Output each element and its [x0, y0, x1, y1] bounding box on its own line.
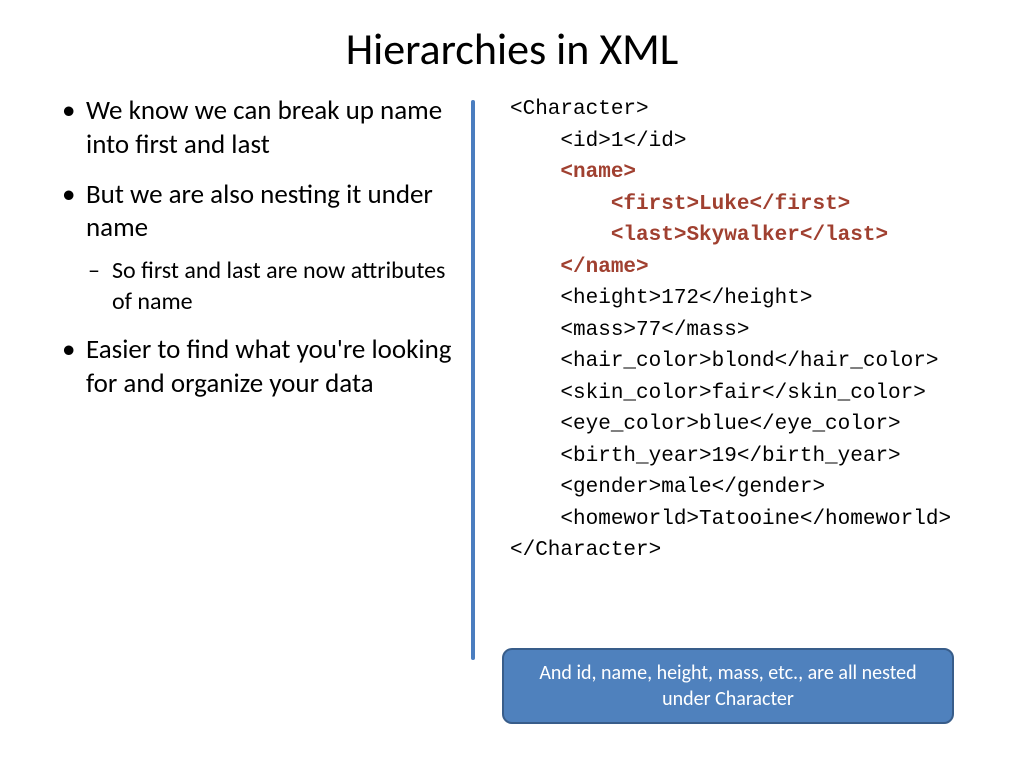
code-line: [510, 193, 611, 216]
code-highlight: </name>: [560, 256, 648, 279]
xml-code-block: <Character> <id>1</id> <name> <first>Luk…: [510, 94, 980, 567]
code-line: <id>1</id>: [510, 130, 686, 153]
bullet-item: We know we can break up name into first …: [60, 94, 460, 162]
code-highlight: <name>: [560, 161, 636, 184]
code-line: <mass>77</mass>: [510, 319, 749, 342]
bullet-list: We know we can break up name into first …: [60, 94, 460, 401]
code-line: [510, 256, 560, 279]
content-columns: We know we can break up name into first …: [0, 94, 1024, 567]
code-highlight: <first>Luke</first>: [611, 193, 850, 216]
code-highlight: <last>Skywalker</last>: [611, 224, 888, 247]
code-line: <height>172</height>: [510, 287, 812, 310]
code-line: <hair_color>blond</hair_color>: [510, 350, 938, 373]
code-line: <homeworld>Tatooine</homeworld>: [510, 508, 951, 531]
code-line: [510, 224, 611, 247]
code-line: <Character>: [510, 98, 649, 121]
bullet-text: But we are also nesting it under name: [86, 178, 433, 245]
code-line: <birth_year>19</birth_year>: [510, 445, 901, 468]
left-column: We know we can break up name into first …: [60, 94, 480, 567]
code-line: <gender>male</gender>: [510, 476, 825, 499]
code-line: </Character>: [510, 539, 661, 562]
code-line: <eye_color>blue</eye_color>: [510, 413, 901, 436]
code-line: <skin_color>fair</skin_color>: [510, 382, 926, 405]
right-column: <Character> <id>1</id> <name> <first>Luk…: [480, 94, 980, 567]
column-divider: [471, 100, 475, 660]
sub-bullet-item: So first and last are now attributes of …: [86, 255, 460, 317]
callout-box: And id, name, height, mass, etc., are al…: [502, 648, 954, 724]
bullet-item: Easier to find what you're looking for a…: [60, 333, 460, 401]
slide-title: Hierarchies in XML: [0, 0, 1024, 94]
bullet-item: But we are also nesting it under name So…: [60, 178, 460, 318]
code-line: [510, 161, 560, 184]
